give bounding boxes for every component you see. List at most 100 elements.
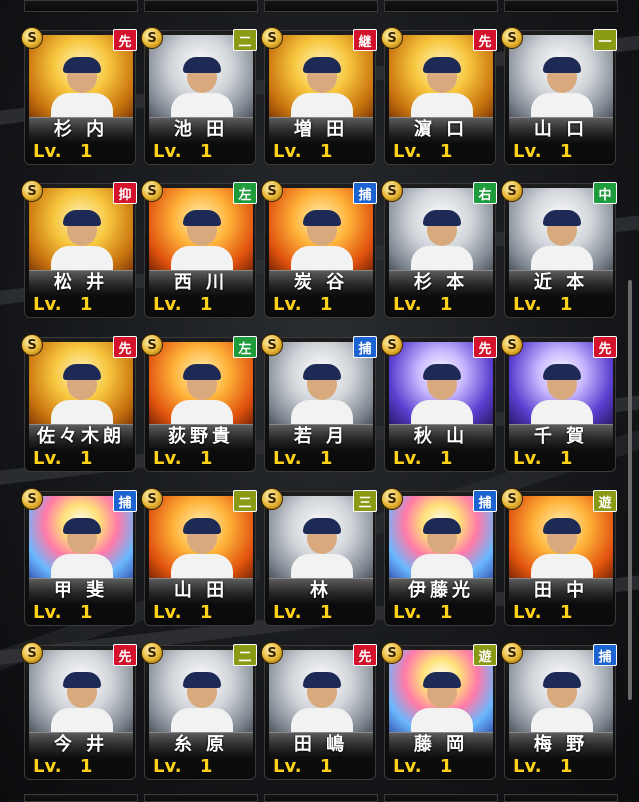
position-badge: 二 bbox=[233, 29, 257, 51]
player-name: 杉 本 bbox=[389, 270, 493, 295]
player-figure bbox=[171, 518, 233, 586]
player-card[interactable]: S 遊田 中 Lv. 1 bbox=[501, 488, 617, 626]
rarity-s-icon: S bbox=[261, 642, 283, 664]
partial-card bbox=[504, 794, 618, 802]
player-card[interactable]: S 先佐々木朗 Lv. 1 bbox=[21, 334, 137, 472]
player-card[interactable]: S 右杉 本 Lv. 1 bbox=[381, 180, 497, 318]
partial-card bbox=[264, 794, 378, 802]
player-level: Lv. 1 bbox=[153, 294, 213, 315]
player-figure bbox=[171, 210, 233, 278]
player-figure bbox=[51, 57, 113, 125]
partial-card bbox=[24, 794, 138, 802]
player-figure bbox=[171, 57, 233, 125]
player-figure bbox=[411, 364, 473, 432]
player-level: Lv. 1 bbox=[393, 602, 453, 623]
position-badge: 捕 bbox=[353, 182, 377, 204]
player-card[interactable]: S 先濵 口 Lv. 1 bbox=[381, 27, 497, 165]
player-card[interactable]: S 先今 井 Lv. 1 bbox=[21, 642, 137, 780]
player-card[interactable]: S 先秋 山 Lv. 1 bbox=[381, 334, 497, 472]
player-level: Lv. 1 bbox=[513, 294, 573, 315]
player-name: 伊藤光 bbox=[389, 578, 493, 603]
player-level: Lv. 1 bbox=[513, 448, 573, 469]
rarity-s-icon: S bbox=[21, 334, 43, 356]
player-card[interactable]: S 二池 田 Lv. 1 bbox=[141, 27, 257, 165]
player-figure bbox=[531, 518, 593, 586]
player-level: Lv. 1 bbox=[273, 141, 333, 162]
player-card[interactable]: S 先千 賀 Lv. 1 bbox=[501, 334, 617, 472]
player-name: 佐々木朗 bbox=[29, 424, 133, 449]
player-figure bbox=[291, 210, 353, 278]
player-card[interactable]: S 二山 田 Lv. 1 bbox=[141, 488, 257, 626]
player-card[interactable]: S 三林 Lv. 1 bbox=[261, 488, 377, 626]
rarity-s-icon: S bbox=[141, 180, 163, 202]
position-badge: 先 bbox=[473, 29, 497, 51]
player-name: 杉 内 bbox=[29, 117, 133, 142]
rarity-s-icon: S bbox=[501, 334, 523, 356]
position-badge: 遊 bbox=[593, 490, 617, 512]
player-card[interactable]: S 継増 田 Lv. 1 bbox=[261, 27, 377, 165]
player-name: 池 田 bbox=[149, 117, 253, 142]
rarity-s-icon: S bbox=[21, 642, 43, 664]
partial-card bbox=[384, 794, 498, 802]
player-name: 西 川 bbox=[149, 270, 253, 295]
player-figure bbox=[51, 518, 113, 586]
position-badge: 先 bbox=[593, 336, 617, 358]
player-name: 山 田 bbox=[149, 578, 253, 603]
player-figure bbox=[171, 364, 233, 432]
player-figure bbox=[531, 57, 593, 125]
position-badge: 遊 bbox=[473, 644, 497, 666]
player-level: Lv. 1 bbox=[153, 756, 213, 777]
position-badge: 三 bbox=[353, 490, 377, 512]
player-card[interactable]: S 先杉 内 Lv. 1 bbox=[21, 27, 137, 165]
rarity-s-icon: S bbox=[21, 488, 43, 510]
position-badge: 二 bbox=[233, 490, 257, 512]
player-figure bbox=[291, 57, 353, 125]
player-card[interactable]: S 中近 本 Lv. 1 bbox=[501, 180, 617, 318]
player-name: 糸 原 bbox=[149, 732, 253, 757]
player-level: Lv. 1 bbox=[273, 448, 333, 469]
rarity-s-icon: S bbox=[141, 27, 163, 49]
player-card[interactable]: S 左西 川 Lv. 1 bbox=[141, 180, 257, 318]
scrollbar[interactable] bbox=[628, 280, 632, 700]
player-level: Lv. 1 bbox=[393, 294, 453, 315]
player-figure bbox=[171, 672, 233, 740]
player-card[interactable]: S 遊藤 岡 Lv. 1 bbox=[381, 642, 497, 780]
position-badge: 左 bbox=[233, 336, 257, 358]
player-figure bbox=[411, 672, 473, 740]
rarity-s-icon: S bbox=[141, 642, 163, 664]
player-card[interactable]: S 左荻野貴 Lv. 1 bbox=[141, 334, 257, 472]
rarity-s-icon: S bbox=[261, 180, 283, 202]
player-card[interactable]: S 抑松 井 Lv. 1 bbox=[21, 180, 137, 318]
rarity-s-icon: S bbox=[381, 180, 403, 202]
player-name: 秋 山 bbox=[389, 424, 493, 449]
position-badge: 左 bbox=[233, 182, 257, 204]
player-name: 甲 斐 bbox=[29, 578, 133, 603]
player-card[interactable]: S 捕伊藤光 Lv. 1 bbox=[381, 488, 497, 626]
player-name: 田 嶋 bbox=[269, 732, 373, 757]
rarity-s-icon: S bbox=[501, 488, 523, 510]
player-card[interactable]: S 捕甲 斐 Lv. 1 bbox=[21, 488, 137, 626]
player-figure bbox=[291, 518, 353, 586]
player-level: Lv. 1 bbox=[153, 602, 213, 623]
player-card[interactable]: S 捕若 月 Lv. 1 bbox=[261, 334, 377, 472]
player-figure bbox=[531, 672, 593, 740]
player-card[interactable]: S 二糸 原 Lv. 1 bbox=[141, 642, 257, 780]
player-level: Lv. 1 bbox=[513, 756, 573, 777]
player-name: 荻野貴 bbox=[149, 424, 253, 449]
player-level: Lv. 1 bbox=[393, 141, 453, 162]
player-level: Lv. 1 bbox=[33, 448, 93, 469]
player-name: 濵 口 bbox=[389, 117, 493, 142]
player-card[interactable]: S 捕梅 野 Lv. 1 bbox=[501, 642, 617, 780]
player-level: Lv. 1 bbox=[393, 448, 453, 469]
position-badge: 継 bbox=[353, 29, 377, 51]
player-name: 今 井 bbox=[29, 732, 133, 757]
player-name: 松 井 bbox=[29, 270, 133, 295]
player-card[interactable]: S 一山 口 Lv. 1 bbox=[501, 27, 617, 165]
rarity-s-icon: S bbox=[501, 642, 523, 664]
player-card[interactable]: S 先田 嶋 Lv. 1 bbox=[261, 642, 377, 780]
player-name: 千 賀 bbox=[509, 424, 613, 449]
player-name: 近 本 bbox=[509, 270, 613, 295]
rarity-s-icon: S bbox=[381, 27, 403, 49]
player-figure bbox=[531, 364, 593, 432]
player-card[interactable]: S 捕炭 谷 Lv. 1 bbox=[261, 180, 377, 318]
